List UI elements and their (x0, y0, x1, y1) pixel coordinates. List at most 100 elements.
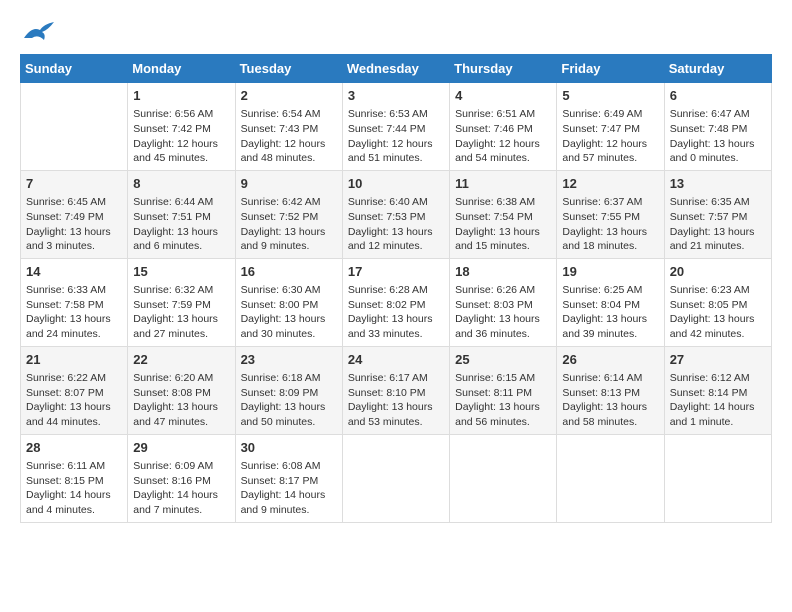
header-cell-monday: Monday (128, 55, 235, 83)
day-info: Sunrise: 6:51 AM Sunset: 7:46 PM Dayligh… (455, 107, 551, 166)
logo-bird-icon (24, 20, 54, 44)
calendar-cell: 14 Sunrise: 6:33 AM Sunset: 7:58 PM Dayli… (21, 258, 128, 346)
day-info: Sunrise: 6:44 AM Sunset: 7:51 PM Dayligh… (133, 195, 229, 254)
day-number: 26 (562, 351, 658, 369)
calendar-cell: 27Sunrise: 6:12 AM Sunset: 8:14 PM Dayli… (664, 346, 771, 434)
calendar-cell: 1 Sunrise: 6:56 AM Sunset: 7:42 PM Daylig… (128, 83, 235, 171)
day-number: 24 (348, 351, 444, 369)
day-number: 7 (26, 175, 122, 193)
day-info: Sunrise: 6:37 AM Sunset: 7:55 PM Dayligh… (562, 195, 658, 254)
day-info: Sunrise: 6:15 AM Sunset: 8:11 PM Dayligh… (455, 371, 551, 430)
calendar-cell: 24Sunrise: 6:17 AM Sunset: 8:10 PM Dayli… (342, 346, 449, 434)
calendar-cell (21, 83, 128, 171)
day-number: 2 (241, 87, 337, 105)
day-number: 5 (562, 87, 658, 105)
day-info: Sunrise: 6:54 AM Sunset: 7:43 PM Dayligh… (241, 107, 337, 166)
header-cell-tuesday: Tuesday (235, 55, 342, 83)
calendar-cell: 4 Sunrise: 6:51 AM Sunset: 7:46 PM Daylig… (450, 83, 557, 171)
day-number: 12 (562, 175, 658, 193)
day-info: Sunrise: 6:33 AM Sunset: 7:58 PM Dayligh… (26, 283, 122, 342)
calendar-cell: 15 Sunrise: 6:32 AM Sunset: 7:59 PM Dayli… (128, 258, 235, 346)
day-number: 14 (26, 263, 122, 281)
day-number: 15 (133, 263, 229, 281)
calendar-cell (557, 434, 664, 522)
day-info: Sunrise: 6:35 AM Sunset: 7:57 PM Dayligh… (670, 195, 766, 254)
calendar-cell: 22 Sunrise: 6:20 AM Sunset: 8:08 PM Dayli… (128, 346, 235, 434)
day-info: Sunrise: 6:30 AM Sunset: 8:00 PM Dayligh… (241, 283, 337, 342)
day-number: 29 (133, 439, 229, 457)
calendar-cell: 28Sunrise: 6:11 AM Sunset: 8:15 PM Dayli… (21, 434, 128, 522)
calendar-cell: 20 Sunrise: 6:23 AM Sunset: 8:05 PM Dayli… (664, 258, 771, 346)
day-info: Sunrise: 6:18 AM Sunset: 8:09 PM Dayligh… (241, 371, 337, 430)
header-cell-thursday: Thursday (450, 55, 557, 83)
day-number: 22 (133, 351, 229, 369)
calendar-cell: 11 Sunrise: 6:38 AM Sunset: 7:54 PM Dayli… (450, 170, 557, 258)
day-info: Sunrise: 6:56 AM Sunset: 7:42 PM Dayligh… (133, 107, 229, 166)
calendar-cell: 19Sunrise: 6:25 AM Sunset: 8:04 PM Dayli… (557, 258, 664, 346)
calendar-cell: 17 Sunrise: 6:28 AM Sunset: 8:02 PM Dayli… (342, 258, 449, 346)
calendar-cell: 13 Sunrise: 6:35 AM Sunset: 7:57 PM Dayli… (664, 170, 771, 258)
day-info: Sunrise: 6:20 AM Sunset: 8:08 PM Dayligh… (133, 371, 229, 430)
calendar-cell: 12 Sunrise: 6:37 AM Sunset: 7:55 PM Dayli… (557, 170, 664, 258)
calendar-week-5: 28Sunrise: 6:11 AM Sunset: 8:15 PM Dayli… (21, 434, 772, 522)
page-header (20, 20, 772, 44)
day-info: Sunrise: 6:08 AM Sunset: 8:17 PM Dayligh… (241, 459, 337, 518)
day-number: 4 (455, 87, 551, 105)
day-info: Sunrise: 6:28 AM Sunset: 8:02 PM Dayligh… (348, 283, 444, 342)
day-number: 1 (133, 87, 229, 105)
day-info: Sunrise: 6:42 AM Sunset: 7:52 PM Dayligh… (241, 195, 337, 254)
calendar-cell: 21 Sunrise: 6:22 AM Sunset: 8:07 PM Dayli… (21, 346, 128, 434)
day-info: Sunrise: 6:40 AM Sunset: 7:53 PM Dayligh… (348, 195, 444, 254)
day-number: 9 (241, 175, 337, 193)
day-number: 23 (241, 351, 337, 369)
day-number: 8 (133, 175, 229, 193)
calendar-cell: 7 Sunrise: 6:45 AM Sunset: 7:49 PM Daylig… (21, 170, 128, 258)
day-info: Sunrise: 6:47 AM Sunset: 7:48 PM Dayligh… (670, 107, 766, 166)
day-number: 27 (670, 351, 766, 369)
calendar-cell: 30 Sunrise: 6:08 AM Sunset: 8:17 PM Dayli… (235, 434, 342, 522)
calendar-cell (450, 434, 557, 522)
header-row: SundayMondayTuesdayWednesdayThursdayFrid… (21, 55, 772, 83)
day-number: 30 (241, 439, 337, 457)
calendar-cell: 8 Sunrise: 6:44 AM Sunset: 7:51 PM Daylig… (128, 170, 235, 258)
header-cell-sunday: Sunday (21, 55, 128, 83)
calendar-cell: 16 Sunrise: 6:30 AM Sunset: 8:00 PM Dayli… (235, 258, 342, 346)
calendar-cell: 18 Sunrise: 6:26 AM Sunset: 8:03 PM Dayli… (450, 258, 557, 346)
calendar-week-1: 1 Sunrise: 6:56 AM Sunset: 7:42 PM Daylig… (21, 83, 772, 171)
day-number: 3 (348, 87, 444, 105)
day-number: 21 (26, 351, 122, 369)
day-info: Sunrise: 6:38 AM Sunset: 7:54 PM Dayligh… (455, 195, 551, 254)
calendar-cell: 23 Sunrise: 6:18 AM Sunset: 8:09 PM Dayli… (235, 346, 342, 434)
day-number: 16 (241, 263, 337, 281)
day-info: Sunrise: 6:25 AM Sunset: 8:04 PM Dayligh… (562, 283, 658, 342)
day-number: 11 (455, 175, 551, 193)
calendar-cell: 9 Sunrise: 6:42 AM Sunset: 7:52 PM Daylig… (235, 170, 342, 258)
day-number: 10 (348, 175, 444, 193)
day-info: Sunrise: 6:23 AM Sunset: 8:05 PM Dayligh… (670, 283, 766, 342)
logo (20, 20, 54, 44)
header-cell-friday: Friday (557, 55, 664, 83)
calendar-week-3: 14 Sunrise: 6:33 AM Sunset: 7:58 PM Dayli… (21, 258, 772, 346)
day-number: 18 (455, 263, 551, 281)
day-number: 13 (670, 175, 766, 193)
calendar-cell: 5 Sunrise: 6:49 AM Sunset: 7:47 PM Daylig… (557, 83, 664, 171)
day-info: Sunrise: 6:45 AM Sunset: 7:49 PM Dayligh… (26, 195, 122, 254)
calendar-cell: 26 Sunrise: 6:14 AM Sunset: 8:13 PM Dayli… (557, 346, 664, 434)
day-info: Sunrise: 6:32 AM Sunset: 7:59 PM Dayligh… (133, 283, 229, 342)
day-number: 25 (455, 351, 551, 369)
day-info: Sunrise: 6:26 AM Sunset: 8:03 PM Dayligh… (455, 283, 551, 342)
calendar-week-2: 7 Sunrise: 6:45 AM Sunset: 7:49 PM Daylig… (21, 170, 772, 258)
calendar-week-4: 21 Sunrise: 6:22 AM Sunset: 8:07 PM Dayli… (21, 346, 772, 434)
day-info: Sunrise: 6:49 AM Sunset: 7:47 PM Dayligh… (562, 107, 658, 166)
calendar-cell (342, 434, 449, 522)
day-info: Sunrise: 6:14 AM Sunset: 8:13 PM Dayligh… (562, 371, 658, 430)
day-info: Sunrise: 6:09 AM Sunset: 8:16 PM Dayligh… (133, 459, 229, 518)
day-info: Sunrise: 6:53 AM Sunset: 7:44 PM Dayligh… (348, 107, 444, 166)
calendar-cell: 25 Sunrise: 6:15 AM Sunset: 8:11 PM Dayli… (450, 346, 557, 434)
header-cell-wednesday: Wednesday (342, 55, 449, 83)
day-number: 17 (348, 263, 444, 281)
calendar-cell: 29 Sunrise: 6:09 AM Sunset: 8:16 PM Dayli… (128, 434, 235, 522)
day-number: 6 (670, 87, 766, 105)
day-number: 20 (670, 263, 766, 281)
day-info: Sunrise: 6:22 AM Sunset: 8:07 PM Dayligh… (26, 371, 122, 430)
